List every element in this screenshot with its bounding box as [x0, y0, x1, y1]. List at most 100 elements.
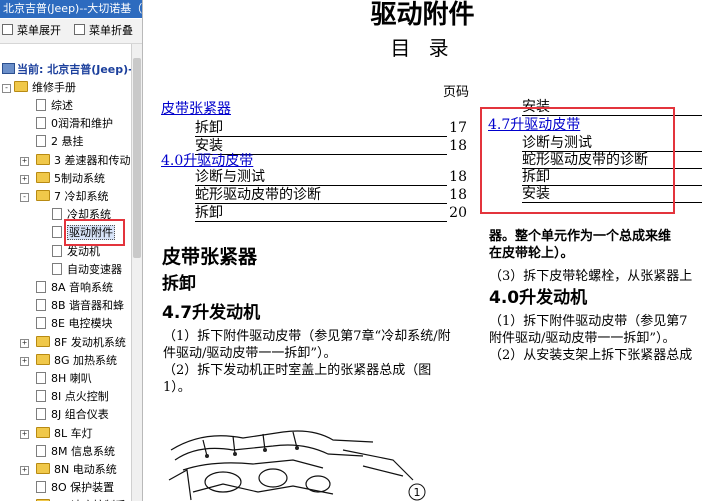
tree-item-label: 综述 — [51, 99, 73, 112]
toc-page-number: 18 — [449, 187, 467, 203]
tree-item-label: 8J 组合仪表 — [51, 408, 109, 421]
toc-rule — [195, 136, 447, 137]
figure-callout: 1 — [414, 486, 421, 499]
toc-heading: 目 录 — [390, 36, 455, 60]
tree-current-node[interactable]: 当前: 北京吉普(Jeep)-- — [0, 62, 142, 78]
subsection-heading: 拆卸 — [162, 274, 196, 294]
expand-toggle-icon[interactable]: + — [20, 157, 29, 166]
folder-icon — [36, 190, 50, 201]
body-text: （2）从安装支架上拆下张紧器总成 — [489, 348, 693, 363]
tree-item-label: 8N 电动系统 — [54, 463, 117, 476]
toc-page-number: 20 — [449, 205, 467, 221]
window-title: 北京吉普(Jeep)--大切诺基（ — [0, 0, 142, 18]
toc-entry: 拆卸 — [195, 120, 223, 136]
folder-icon — [36, 336, 50, 347]
document-icon — [36, 135, 46, 147]
subsection-heading: 4.7升发动机 — [162, 303, 261, 323]
toc-page-number: 18 — [449, 169, 467, 185]
expand-toggle-icon[interactable]: + — [20, 339, 29, 348]
document-icon — [36, 390, 46, 402]
current-node-label: 当前: 北京吉普(Jeep)-- — [17, 63, 138, 76]
document-icon — [36, 317, 46, 329]
tree-item-label: 8O 保护装置 — [51, 481, 115, 494]
toc-rule — [195, 203, 447, 204]
tree-item-label: 8A 音响系统 — [51, 281, 114, 294]
highlight-box — [480, 107, 675, 214]
folder-icon — [36, 427, 50, 438]
tree-item-label: 8I 点火控制 — [51, 390, 109, 403]
expand-toggle-icon[interactable]: + — [20, 430, 29, 439]
tree-root-label: 维修手册 — [32, 81, 76, 94]
page-title: 驱动附件 — [370, 0, 475, 30]
subsection-heading: 4.0升发动机 — [489, 288, 588, 308]
folder-icon — [14, 81, 28, 92]
body-text: （1）拆下附件驱动皮带（参见第7章“冷却系统/附 — [163, 329, 451, 344]
expand-icon — [2, 24, 13, 35]
document-icon — [36, 99, 46, 111]
toc-page-number: 18 — [449, 138, 467, 154]
tree-item-label: 8F 发动机系统 — [54, 336, 126, 349]
document-icon — [36, 117, 46, 129]
tree-item-label: 8L 车灯 — [54, 427, 93, 440]
tree-item-label: 自动变速器 — [67, 263, 122, 276]
computer-icon — [2, 63, 15, 74]
tree-item-label: 8G 加热系统 — [54, 354, 118, 367]
toc-link[interactable]: 皮带张紧器 — [161, 100, 231, 118]
body-text: 1）。 — [163, 380, 191, 395]
toolbar: 菜单展开 菜单折叠 — [0, 19, 142, 44]
navigation-pane: 北京吉普(Jeep)--大切诺基（ 菜单展开 菜单折叠 当前: 北京吉普(Jee… — [0, 0, 143, 501]
tree-item-label: 3 差速器和传动 — [54, 154, 131, 167]
collapse-toggle-icon[interactable]: - — [2, 84, 11, 93]
tree-item-label: 5制动系统 — [54, 172, 105, 185]
body-text: 附件驱动/驱动皮带一一拆卸”）。 — [489, 331, 676, 346]
toc-entry: 诊断与测试 — [195, 169, 265, 185]
body-text: （1）拆下附件驱动皮带（参见第7 — [489, 314, 688, 329]
vertical-scrollbar[interactable] — [131, 44, 142, 501]
folder-icon — [36, 172, 50, 183]
document-view: 驱动附件 目 录 页码 皮带张紧器 拆卸 17 安装 18 4.0升驱动皮带 诊断与测试 18… — [143, 0, 702, 501]
document-icon — [52, 226, 62, 238]
document-icon — [52, 245, 62, 257]
document-icon — [36, 445, 46, 457]
toc-rule — [195, 221, 447, 222]
folder-icon — [36, 154, 50, 165]
scrollbar-thumb[interactable] — [133, 58, 141, 258]
tree-item-label: 8E 电控模块 — [51, 317, 113, 330]
expand-menu-label: 菜单展开 — [17, 24, 61, 37]
body-text: 在皮带轮上）。 — [489, 246, 574, 261]
tree-item-label: 8B 谐音器和蜂 — [51, 299, 125, 312]
page-number-header: 页码 — [443, 85, 470, 100]
body-text: 器。整个单元作为一个总成来维 — [489, 229, 672, 244]
document-icon — [36, 372, 46, 384]
document-icon — [36, 299, 46, 311]
tree-item-label: 发动机 — [67, 245, 100, 258]
body-text: （2）拆下发动机正时室盖上的张紧器总成（图 — [163, 363, 432, 378]
tree-item-label: 7 冷却系统 — [54, 190, 109, 203]
expand-toggle-icon[interactable]: + — [20, 175, 29, 184]
collapse-menu-label: 菜单折叠 — [89, 24, 133, 37]
document-icon — [52, 263, 62, 275]
tree-item-label: 8H 喇叭 — [51, 372, 92, 385]
body-text: （3）拆下皮带轮螺栓，从张紧器上 — [489, 269, 693, 284]
document-icon — [36, 481, 46, 493]
expand-toggle-icon[interactable]: + — [20, 466, 29, 475]
body-text: 件驱动/驱动皮带一一拆卸”）。 — [163, 346, 337, 361]
document-icon — [36, 408, 46, 420]
toc-page-number: 17 — [449, 120, 467, 136]
tree-item-label: 8M 信息系统 — [51, 445, 115, 458]
tree-item-label: 0润滑和维护 — [51, 117, 113, 130]
collapse-menu-button[interactable]: 菜单折叠 — [74, 23, 133, 39]
expand-toggle-icon[interactable]: + — [20, 357, 29, 366]
tree-item-label: 2 悬挂 — [51, 135, 84, 148]
engine-illustration: 1 — [168, 430, 426, 501]
toc-entry: 拆卸 — [195, 205, 223, 221]
toc-entry: 蛇形驱动皮带的诊断 — [195, 187, 321, 203]
document-icon — [52, 208, 62, 220]
expand-menu-button[interactable]: 菜单展开 — [2, 23, 61, 39]
section-heading: 皮带张紧器 — [162, 246, 258, 268]
folder-icon — [36, 463, 50, 474]
collapse-icon — [74, 24, 85, 35]
document-icon — [36, 281, 46, 293]
collapse-toggle-icon[interactable]: - — [20, 193, 29, 202]
folder-icon — [36, 354, 50, 365]
